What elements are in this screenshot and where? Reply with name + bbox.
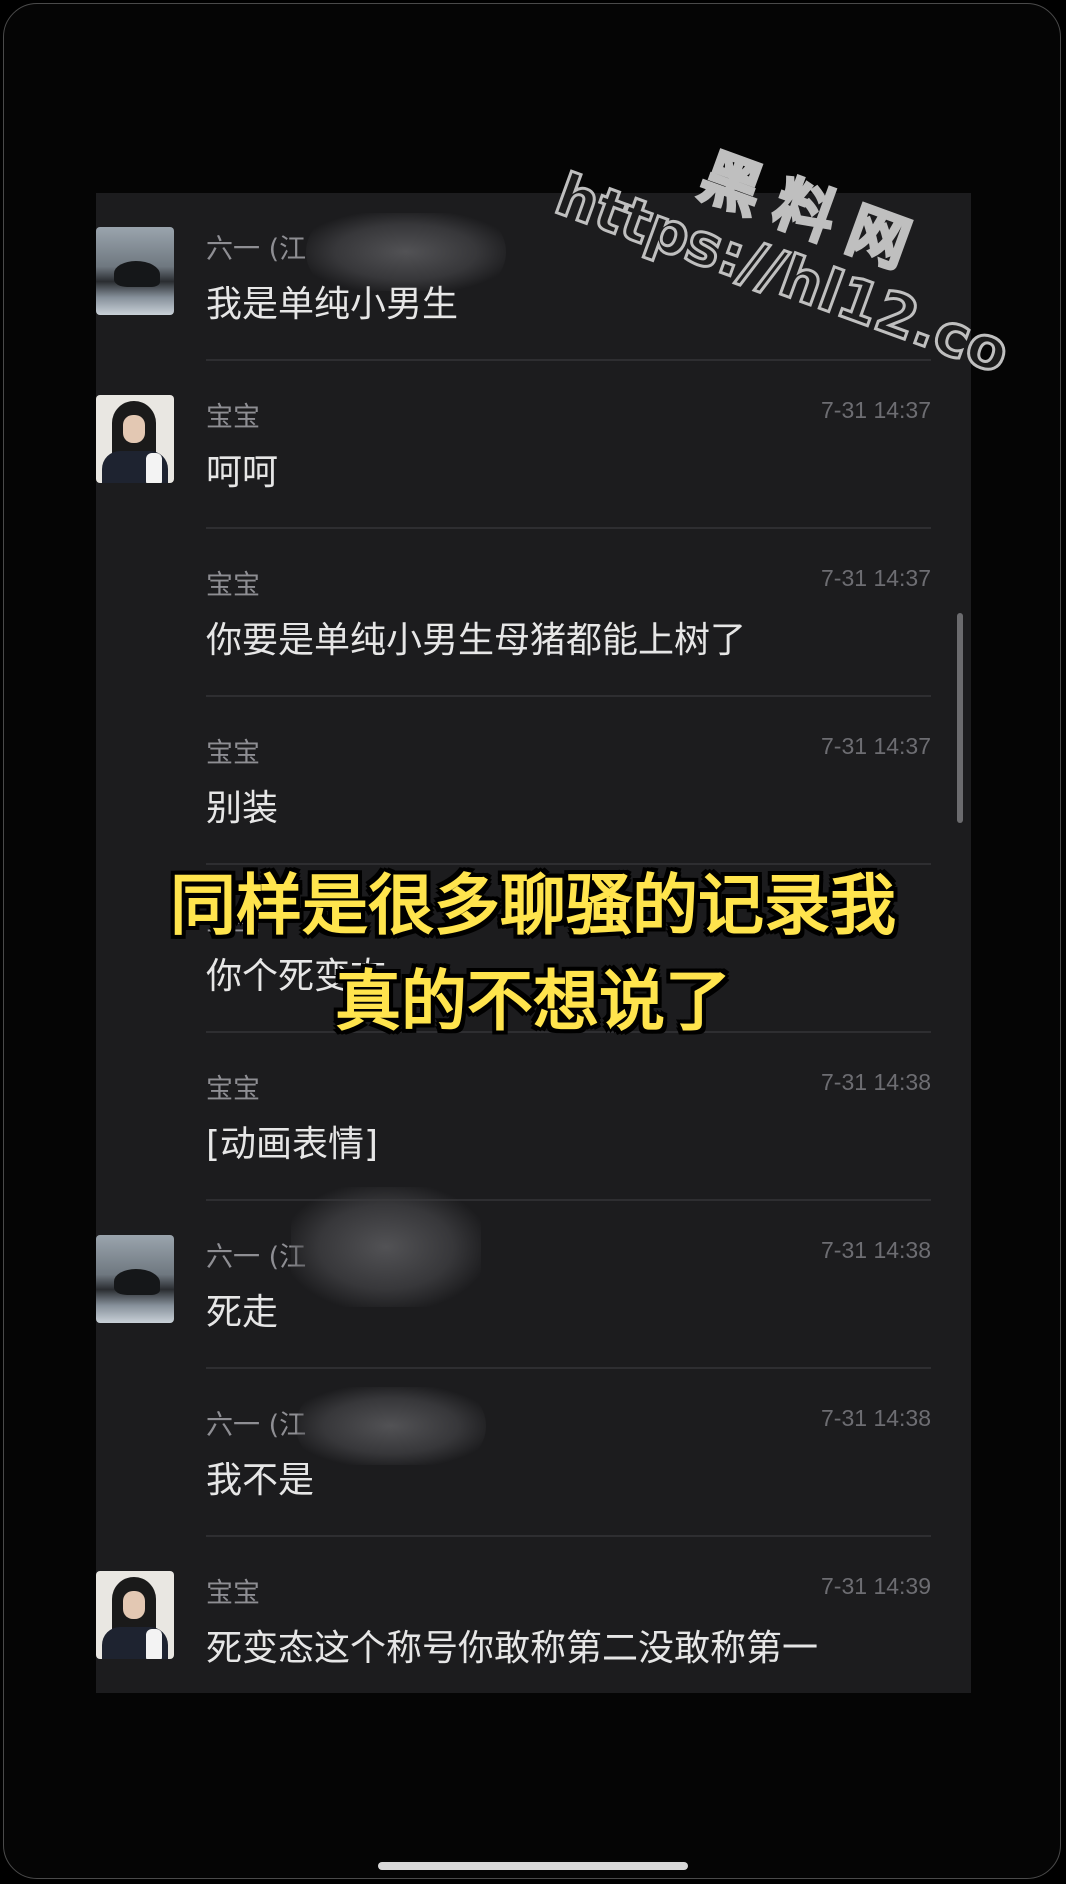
girl-avatar[interactable] xyxy=(96,395,174,483)
message-timestamp: 7-31 14:37 xyxy=(821,565,931,591)
chat-message: 六一 (江 我是单纯小男生 xyxy=(96,193,971,361)
video-caption: 同样是很多聊骚的记录我 真的不想说了 xyxy=(0,858,1066,1050)
chat-message: 六一 (江 7-31 14:38 我不是 xyxy=(96,1369,971,1537)
message-timestamp: 7-31 14:38 xyxy=(821,1069,931,1095)
message-timestamp: 7-31 14:38 xyxy=(821,1237,931,1263)
home-indicator[interactable] xyxy=(378,1862,688,1870)
scrollbar[interactable] xyxy=(957,613,963,823)
chat-message: 宝宝 7-31 14:38 [动画表情] xyxy=(96,1033,971,1201)
chat-message: 宝宝 7-31 14:37 别装 xyxy=(96,697,971,865)
message-sender: 六一 (江 xyxy=(206,1410,307,1441)
message-sender: 宝宝 xyxy=(206,1578,260,1609)
chat-message: 宝宝 7-31 14:37 呵呵 xyxy=(96,361,971,529)
message-text: 死走 xyxy=(206,1292,279,1333)
chat-message: 宝宝 7-31 14:37 你要是单纯小男生母猪都能上树了 xyxy=(96,529,971,697)
caption-line: 真的不想说了 xyxy=(335,963,731,1040)
rock-avatar[interactable] xyxy=(96,227,174,315)
girl-avatar[interactable] xyxy=(96,1571,174,1659)
redaction-blur xyxy=(296,1387,486,1465)
message-timestamp: 7-31 14:39 xyxy=(821,1573,931,1599)
message-timestamp: 7-31 14:37 xyxy=(821,733,931,759)
message-text: 我不是 xyxy=(206,1460,315,1501)
message-text: 别装 xyxy=(206,788,279,829)
message-text: [动画表情] xyxy=(206,1124,379,1165)
message-sender: 宝宝 xyxy=(206,402,260,433)
chat-message: 宝宝 7-31 14:39 死变态这个称号你敢称第二没敢称第一 xyxy=(96,1537,971,1693)
caption-line: 同样是很多聊骚的记录我 xyxy=(170,867,896,944)
rock-avatar[interactable] xyxy=(96,1235,174,1323)
message-sender: 宝宝 xyxy=(206,738,260,769)
chat-message: 六一 (江 7-31 14:38 死走 xyxy=(96,1187,971,1369)
message-sender: 宝宝 xyxy=(206,570,260,601)
message-timestamp: 7-31 14:38 xyxy=(821,1405,931,1431)
message-text: 我是单纯小男生 xyxy=(206,284,459,325)
redaction-blur xyxy=(291,1187,481,1307)
message-text: 呵呵 xyxy=(206,452,279,493)
message-text: 死变态这个称号你敢称第二没敢称第一 xyxy=(206,1628,819,1669)
message-sender: 宝宝 xyxy=(206,1074,260,1105)
message-sender: 六一 (江 xyxy=(206,234,307,265)
message-timestamp: 7-31 14:37 xyxy=(821,397,931,423)
message-text: 你要是单纯小男生母猪都能上树了 xyxy=(206,620,747,661)
